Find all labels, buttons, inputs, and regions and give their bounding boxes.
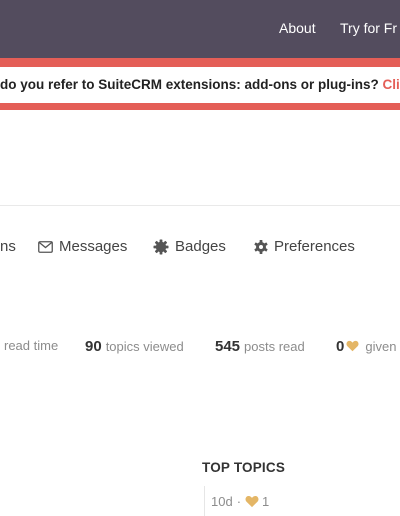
topic-age: 10d [211,493,233,509]
stat-label: topics viewed [105,339,184,354]
divider [0,205,400,206]
stat-label: posts read [244,339,305,354]
tab-messages[interactable]: Messages [38,238,127,255]
stat-value: 545 [215,338,241,355]
stat-value: 90 [85,338,102,355]
tab-badges[interactable]: Badges [153,238,226,255]
nav-about-link[interactable]: About [279,20,316,36]
user-summary-page: About Try for Fr do you refer to SuiteCR… [0,0,400,516]
tab-preferences[interactable]: Preferences [254,238,355,255]
top-topics-heading: TOP TOPICS [202,460,286,475]
tab-label: Messages [59,238,128,255]
stat-label: read time [4,338,59,353]
topic-like-count: 1 [262,493,270,509]
announcement-banner: do you refer to SuiteCRM extensions: add… [0,67,400,103]
header-accent-stripe [0,58,400,67]
topic-meta: 10d · 1 [204,486,269,516]
stat-label: given [365,339,397,354]
banner-click-link[interactable]: Clic [383,77,400,92]
tab-label: Preferences [274,238,355,255]
banner-message: do you refer to SuiteCRM extensions: add… [0,77,400,92]
separator-dot: · [236,493,242,509]
tab-label: Badges [175,238,226,255]
stat-posts-read: 545 posts read [215,338,305,355]
banner-accent-stripe [0,103,400,110]
tab-notifications[interactable]: ns [0,238,16,255]
badge-icon [153,239,169,254]
site-header: About Try for Fr [0,0,400,58]
banner-question: do you refer to SuiteCRM extensions: add… [0,77,379,92]
tab-label: ns [0,238,16,255]
stat-likes-given: 0 given [336,338,396,356]
stat-topics-viewed: 90 topics viewed [85,338,184,355]
nav-try-free-link[interactable]: Try for Fr [340,20,397,36]
heart-icon [346,339,359,357]
heart-icon [245,495,259,508]
stat-read-time: read time [4,338,58,353]
stat-value: 0 [336,338,345,355]
gear-icon [254,239,268,254]
envelope-icon [38,240,53,253]
